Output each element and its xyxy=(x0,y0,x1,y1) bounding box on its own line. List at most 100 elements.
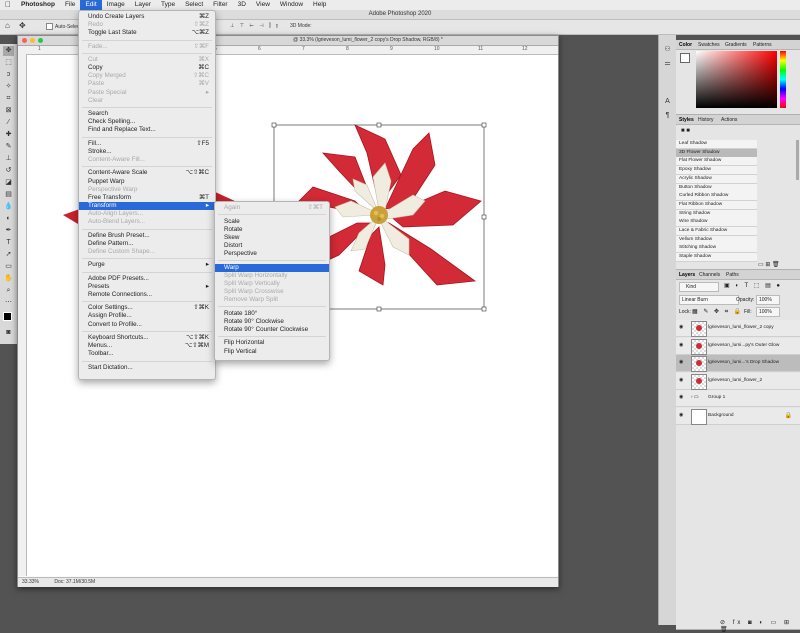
align-icons[interactable]: ⊥ ⊤ ⊢ ⊣ ⫿ ⫾ xyxy=(230,23,280,29)
style-item-button-shadow[interactable]: Button Shadow xyxy=(676,183,757,193)
character-panel-icon[interactable]: A xyxy=(662,97,673,107)
edit-menu-item-fill[interactable]: Fill... ⇧F5 xyxy=(79,140,215,148)
zoom-level[interactable]: 33.33% xyxy=(18,579,39,585)
layer-row[interactable]: ◉ lgrieveson_lumi...'s Drop Shadow xyxy=(676,355,800,372)
history-panel-icon[interactable]: ⚇ xyxy=(662,45,673,55)
edit-menu-item-adobe-pdf-presets[interactable]: Adobe PDF Presets... xyxy=(79,275,215,283)
eye-icon[interactable]: ◉ xyxy=(679,377,684,383)
transform-menu-item-flip-vertical[interactable]: Flip Vertical xyxy=(215,348,329,356)
edit-menu-item-define-brush-preset[interactable]: Define Brush Preset... xyxy=(79,232,215,240)
menu-window[interactable]: Window xyxy=(275,0,308,10)
eye-icon[interactable]: ◉ xyxy=(679,395,684,400)
edit-menu-item-color-settings[interactable]: Color Settings... ⇧⌘K xyxy=(79,304,215,312)
foreground-color-chip[interactable] xyxy=(680,53,690,63)
menu-3d[interactable]: 3D xyxy=(233,0,251,10)
frame-tool-icon[interactable]: ⊠ xyxy=(3,106,14,116)
edit-menu-item-content-aware-scale[interactable]: Content-Aware Scale ⌥⇧⌘C xyxy=(79,169,215,177)
edit-menu-item-check-spelling[interactable]: Check Spelling... xyxy=(79,118,215,126)
layer-row[interactable]: ◉ Background 🔒 xyxy=(676,407,800,425)
path-select-tool-icon[interactable]: ➚ xyxy=(3,250,14,260)
lock-icons[interactable]: ▦ ✎ ✥ ⌗ 🔒 xyxy=(692,308,743,316)
brush-tool-icon[interactable]: ✎ xyxy=(3,142,14,152)
transform-menu-item-warp[interactable]: Warp xyxy=(215,263,329,272)
color-picker-field[interactable] xyxy=(696,51,777,108)
style-item-staple-shadow[interactable]: Staple Shadow xyxy=(676,253,757,263)
style-item-curled-ribbon-shadow[interactable]: Curled Ribbon Shadow xyxy=(676,192,757,202)
edit-menu-item-free-transform[interactable]: Free Transform ⌘T xyxy=(79,194,215,202)
layer-filter-kind[interactable]: Kind xyxy=(679,282,719,292)
move-tool-icon[interactable]: ✥ xyxy=(19,21,26,30)
layer-row[interactable]: ◉ lgrieveson_lumi_flower_2 copy xyxy=(676,320,800,337)
properties-panel-icon[interactable]: ⚌ xyxy=(662,59,673,69)
transform-menu-item-distort[interactable]: Distort xyxy=(215,242,329,250)
minimize-window-icon[interactable] xyxy=(30,38,35,43)
more-tools-icon[interactable]: ⋯ xyxy=(3,298,14,308)
layer-filter-icons[interactable]: ▣ ◐ T ⬚ ▤ ● xyxy=(724,282,782,289)
tab-channels[interactable]: Channels xyxy=(699,271,720,279)
edit-menu-item-puppet-warp[interactable]: Puppet Warp xyxy=(79,178,215,186)
menu-image[interactable]: Image xyxy=(102,0,130,10)
tab-color[interactable]: Color xyxy=(679,41,692,49)
transform-menu-item-rotate-90-clockwise[interactable]: Rotate 90° Clockwise xyxy=(215,318,329,326)
eye-icon[interactable]: ◉ xyxy=(679,412,684,418)
edit-menu-item-find-and-replace-text[interactable]: Find and Replace Text... xyxy=(79,126,215,134)
menu-type[interactable]: Type xyxy=(156,0,180,10)
tab-patterns[interactable]: Patterns xyxy=(753,41,772,49)
styles-footer-icons[interactable]: ▭ ⊞ 🗑 xyxy=(758,261,780,268)
tab-paths[interactable]: Paths xyxy=(726,271,739,279)
shape-tool-icon[interactable]: ▭ xyxy=(3,262,14,272)
edit-menu-item-assign-profile[interactable]: Assign Profile... xyxy=(79,312,215,320)
style-item-epoxy-shadow[interactable]: Epoxy Shadow xyxy=(676,166,757,176)
foreground-color-swatch[interactable] xyxy=(3,312,12,321)
transform-menu-item-perspective[interactable]: Perspective xyxy=(215,250,329,258)
menu-layer[interactable]: Layer xyxy=(130,0,156,10)
menu-edit[interactable]: Edit xyxy=(80,0,102,10)
stamp-tool-icon[interactable]: ⊥ xyxy=(3,154,14,164)
style-item-vellum-shadow[interactable]: Vellum Shadow xyxy=(676,235,757,245)
edit-menu-item-menus[interactable]: Menus... ⌥⇧⌘M xyxy=(79,342,215,350)
transform-menu-item-rotate-90-counter-clockwise[interactable]: Rotate 90° Counter Clockwise xyxy=(215,326,329,334)
hue-slider[interactable] xyxy=(780,51,786,108)
edit-menu-item-keyboard-shortcuts[interactable]: Keyboard Shortcuts... ⌥⇧⌘K xyxy=(79,334,215,342)
transform-menu-item-scale[interactable]: Scale xyxy=(215,218,329,226)
tab-history[interactable]: History xyxy=(698,116,714,124)
edit-menu-item-toolbar[interactable]: Toolbar... xyxy=(79,350,215,358)
magic-wand-tool-icon[interactable]: ✧ xyxy=(3,82,14,92)
edit-menu-item-start-dictation[interactable]: Start Dictation... xyxy=(79,364,215,372)
edit-menu-item-presets[interactable]: Presets ▸ xyxy=(79,283,215,291)
edit-menu-item-remote-connections[interactable]: Remote Connections... xyxy=(79,291,215,299)
transform-menu-item-flip-horizontal[interactable]: Flip Horizontal xyxy=(215,339,329,347)
auto-select-checkbox[interactable]: Auto-Select xyxy=(46,23,81,30)
eye-icon[interactable]: ◉ xyxy=(679,342,684,348)
menu-file[interactable]: File xyxy=(60,0,80,10)
type-tool-icon[interactable]: T xyxy=(3,238,14,248)
blur-tool-icon[interactable]: 💧 xyxy=(3,202,14,212)
pen-tool-icon[interactable]: ✒ xyxy=(3,226,14,236)
styles-scrollbar[interactable] xyxy=(796,140,799,180)
edit-menu-item-toggle-last-state[interactable]: Toggle Last State ⌥⌘Z xyxy=(79,29,215,37)
blend-mode-select[interactable]: Linear Burn xyxy=(679,295,739,305)
dodge-tool-icon[interactable]: ◐ xyxy=(3,214,14,224)
style-item-acrylic-shadow[interactable]: Acrylic Shadow xyxy=(676,174,757,184)
edit-menu-item-copy[interactable]: Copy ⌘C xyxy=(79,64,215,72)
healing-tool-icon[interactable]: ✚ xyxy=(3,130,14,140)
edit-menu-item-transform[interactable]: Transform ▸ xyxy=(79,202,215,210)
style-item-string-shadow[interactable]: String Shadow xyxy=(676,209,757,219)
menu-select[interactable]: Select xyxy=(180,0,208,10)
menu-filter[interactable]: Filter xyxy=(208,0,232,10)
tab-styles[interactable]: Styles xyxy=(679,116,694,124)
home-icon[interactable]: ⌂ xyxy=(5,21,10,30)
style-view-icons[interactable]: ■ ■ xyxy=(681,128,690,134)
transform-menu-item-rotate[interactable]: Rotate xyxy=(215,226,329,234)
gradient-tool-icon[interactable]: ▤ xyxy=(3,190,14,200)
style-item-leaf-shadow[interactable]: Leaf Shadow xyxy=(676,140,757,149)
folder-icon[interactable]: › ▭ xyxy=(691,395,698,400)
transform-menu-item-rotate-180[interactable]: Rotate 180° xyxy=(215,310,329,318)
style-item-lace-fabric-shadow[interactable]: Lace & Fabric Shadow xyxy=(676,227,757,236)
layer-row[interactable]: ◉ › ▭ Group 1 xyxy=(676,390,800,407)
edit-menu-item-search[interactable]: Search xyxy=(79,110,215,118)
fill-field[interactable]: 100% xyxy=(756,307,780,317)
crop-tool-icon[interactable]: ⌗ xyxy=(3,94,14,104)
style-item-flat-flower-shadow[interactable]: Flat Flower Shadow xyxy=(676,157,757,167)
close-window-icon[interactable] xyxy=(22,38,27,43)
